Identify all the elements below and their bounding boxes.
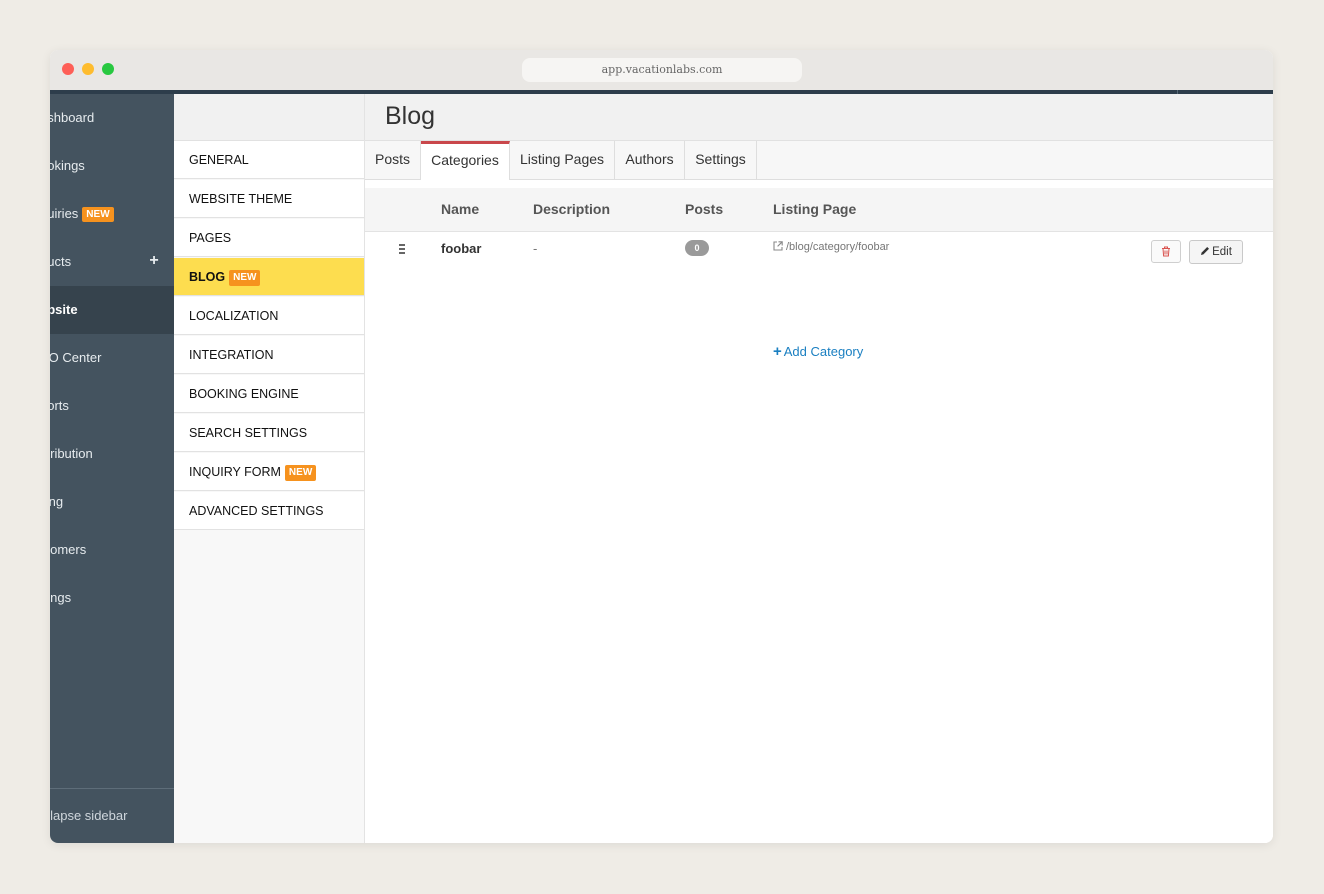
new-badge: NEW <box>229 270 261 286</box>
collapse-sidebar-button[interactable]: ollapse sidebar <box>50 788 174 843</box>
page-title: Blog <box>385 102 436 130</box>
posts-count-badge: 0 <box>685 240 709 256</box>
website-submenu: GENERAL WEBSITE THEME PAGES BLOG NEW LOCA… <box>174 94 365 843</box>
submenu-item-blog[interactable]: BLOG NEW <box>174 258 364 296</box>
category-name: foobar <box>441 241 482 256</box>
submenu-item-advanced-settings[interactable]: ADVANCED SETTINGS <box>174 492 364 530</box>
submenu-item-booking-engine[interactable]: BOOKING ENGINE <box>174 375 364 413</box>
sidebar-item-label: ashboard <box>50 110 95 125</box>
sidebar-item-label: ookings <box>50 158 85 173</box>
sidebar-item-label: lling <box>50 494 64 509</box>
column-header-description[interactable]: Description <box>533 188 610 231</box>
sidebar-item-label: ducts <box>50 254 72 269</box>
submenu-item-general[interactable]: GENERAL <box>174 141 364 179</box>
categories-table-header: Name Description Posts Listing Page <box>365 188 1273 232</box>
submenu-item-inquiry-form[interactable]: INQUIRY FORM NEW <box>174 453 364 491</box>
sidebar-item-seo-center[interactable]: EO Center <box>50 334 174 382</box>
page-header: Blog <box>365 94 1273 141</box>
submenu-item-website-theme[interactable]: WEBSITE THEME <box>174 180 364 218</box>
new-badge: NEW <box>82 207 114 222</box>
sidebar-item-customers[interactable]: stomers <box>50 526 174 574</box>
tab-posts[interactable]: Posts <box>365 141 421 179</box>
drag-handle-icon[interactable] <box>399 244 405 256</box>
sidebar-item-products[interactable]: ducts + <box>50 238 174 286</box>
new-badge: NEW <box>284 465 317 481</box>
pencil-icon <box>1201 247 1210 255</box>
column-header-posts[interactable]: Posts <box>685 188 723 231</box>
sidebar-item-label: ebsite <box>50 302 78 317</box>
column-header-listing-page[interactable]: Listing Page <box>773 188 856 231</box>
plus-icon[interactable]: + <box>148 238 160 286</box>
browser-window: app.vacationlabs.com ashboard ookings qu… <box>50 50 1273 843</box>
tab-categories[interactable]: Categories <box>421 141 510 180</box>
sidebar-item-billing[interactable]: lling <box>50 478 174 526</box>
submenu-item-integration[interactable]: INTEGRATION <box>174 336 364 374</box>
sidebar-item-bookings[interactable]: ookings <box>50 142 174 190</box>
listing-page-link[interactable]: /blog/category/foobar <box>773 241 889 253</box>
maximize-window-button[interactable] <box>102 63 114 75</box>
submenu-item-pages[interactable]: PAGES <box>174 219 364 257</box>
sidebar-item-inquiries[interactable]: quiriesNEW <box>50 190 174 238</box>
sidebar-item-label: quiries <box>50 206 79 221</box>
submenu-item-search-settings[interactable]: SEARCH SETTINGS <box>174 414 364 452</box>
listing-page-url: /blog/category/foobar <box>786 241 890 253</box>
tab-authors[interactable]: Authors <box>615 141 685 179</box>
add-category-label: Add Category <box>783 344 864 359</box>
sidebar-item-label: stribution <box>50 446 93 461</box>
collapse-sidebar-label: ollapse sidebar <box>50 808 128 823</box>
sidebar-item-label: ports <box>50 398 69 413</box>
submenu-item-label: BLOG <box>189 270 226 284</box>
submenu-item-localization[interactable]: LOCALIZATION <box>174 297 364 335</box>
sidebar-item-label: ttings <box>50 590 72 605</box>
delete-button[interactable] <box>1151 240 1181 263</box>
edit-button-label: Edit <box>1212 246 1232 258</box>
sidebar-item-website[interactable]: ebsite <box>50 286 174 334</box>
external-link-icon <box>773 241 783 251</box>
plus-icon: + <box>773 343 782 360</box>
add-category-link[interactable]: + Add Category <box>773 343 863 360</box>
sidebar-item-settings[interactable]: ttings <box>50 574 174 622</box>
sidebar: ashboard ookings quiriesNEW ducts + ebsi… <box>50 94 174 843</box>
trash-icon <box>1162 246 1170 257</box>
sidebar-item-label: EO Center <box>50 350 102 365</box>
tab-settings[interactable]: Settings <box>685 141 757 179</box>
sidebar-item-reports[interactable]: ports <box>50 382 174 430</box>
table-row: foobar - 0 /blog/category/foobar Edit <box>365 232 1273 272</box>
category-description: - <box>533 241 538 256</box>
main-content: Blog Posts Categories Listing Pages Auth… <box>365 94 1273 843</box>
submenu-item-label: INQUIRY FORM <box>189 465 281 479</box>
tab-bar: Posts Categories Listing Pages Authors S… <box>365 141 1273 180</box>
url-bar[interactable]: app.vacationlabs.com <box>522 58 802 82</box>
column-header-name[interactable]: Name <box>441 188 479 231</box>
minimize-window-button[interactable] <box>82 63 94 75</box>
sidebar-item-label: stomers <box>50 542 87 557</box>
browser-titlebar: app.vacationlabs.com <box>50 50 1273 91</box>
edit-button[interactable]: Edit <box>1189 240 1243 264</box>
sidebar-item-distribution[interactable]: stribution <box>50 430 174 478</box>
sidebar-item-dashboard[interactable]: ashboard <box>50 94 174 142</box>
tab-listing-pages[interactable]: Listing Pages <box>510 141 615 179</box>
close-window-button[interactable] <box>62 63 74 75</box>
